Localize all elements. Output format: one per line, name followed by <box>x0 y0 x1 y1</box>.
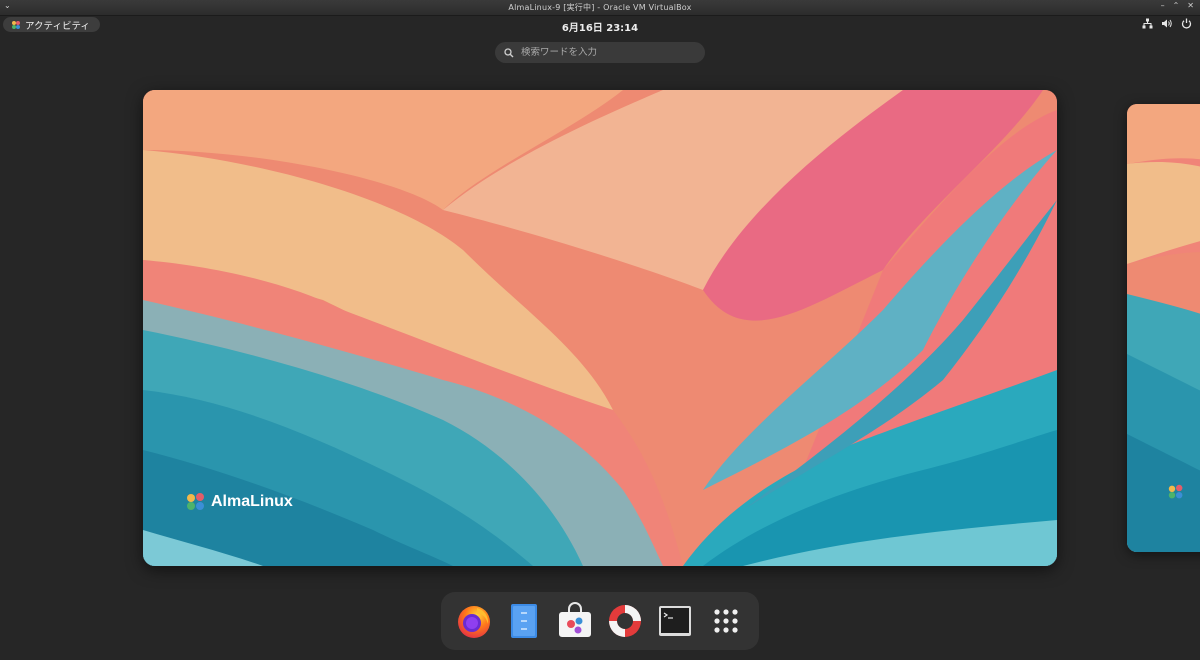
next-workspace-thumbnail[interactable] <box>1127 104 1200 552</box>
almalinux-logo-icon <box>1168 484 1183 499</box>
brand-text: AlmaLinux <box>211 493 293 510</box>
restore-icon[interactable]: ⌃ <box>1173 1 1180 10</box>
dock-item-terminal[interactable] <box>655 601 695 641</box>
system-tray[interactable] <box>1142 18 1192 29</box>
almalinux-brand: AlmaLinux <box>185 492 293 512</box>
workspace-thumbnail[interactable]: AlmaLinux <box>143 90 1057 566</box>
almalinux-logo-icon <box>187 493 204 510</box>
files-icon <box>511 604 538 638</box>
terminal-icon <box>659 606 692 636</box>
help-icon <box>609 605 642 637</box>
next-workspace-brand <box>1167 484 1185 500</box>
dock-item-app-grid[interactable] <box>706 601 746 641</box>
software-icon <box>558 602 591 637</box>
gnome-top-bar: アクティビティ 6月16日 23:14 <box>0 15 1200 35</box>
minimize-icon[interactable]: – <box>1161 1 1165 10</box>
firefox-icon <box>458 606 491 638</box>
power-icon[interactable] <box>1181 18 1192 29</box>
vm-window-titlebar: ⌄ AlmaLinux-9 [実行中] - Oracle VM VirtualB… <box>0 0 1200 16</box>
search-box[interactable] <box>495 42 705 63</box>
dock-item-help[interactable] <box>605 601 645 641</box>
window-title: AlmaLinux-9 [実行中] - Oracle VM VirtualBox <box>508 3 692 12</box>
network-icon[interactable] <box>1142 18 1153 29</box>
search-input[interactable] <box>521 47 681 58</box>
volume-icon[interactable] <box>1161 18 1173 29</box>
dock-item-firefox[interactable] <box>454 601 494 641</box>
clock[interactable]: 6月16日 23:14 <box>0 19 1200 34</box>
dock-item-software[interactable] <box>555 601 595 641</box>
dash-dock <box>441 592 759 650</box>
close-icon[interactable]: ✕ <box>1187 1 1194 10</box>
next-workspace-wallpaper <box>1127 104 1200 552</box>
dock-item-files[interactable] <box>504 601 544 641</box>
app-grid-icon <box>714 609 738 633</box>
window-controls: – ⌃ ✕ <box>1161 1 1194 10</box>
search-icon <box>504 47 514 58</box>
